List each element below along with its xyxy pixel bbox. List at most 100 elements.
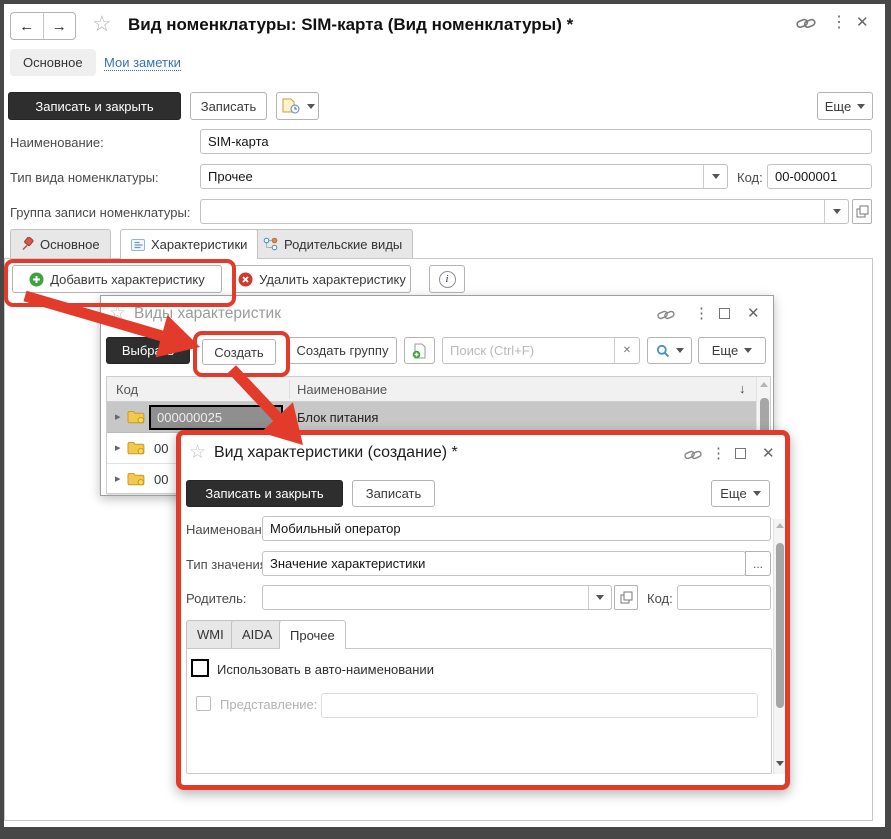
- back-button[interactable]: ←: [11, 13, 44, 39]
- new-item-button[interactable]: [404, 337, 435, 364]
- dialog-title: Виды характеристик: [134, 305, 281, 323]
- add-characteristic-button[interactable]: Добавить характеристику: [12, 265, 222, 293]
- more-button-main[interactable]: Еще: [817, 92, 873, 120]
- create-based-on-button[interactable]: [276, 92, 319, 120]
- sort-direction-icon[interactable]: ↓: [739, 381, 746, 396]
- search-button[interactable]: [647, 337, 692, 364]
- name-field-input[interactable]: Мобильный оператор: [262, 516, 771, 541]
- parent-field-dropdown-button[interactable]: [588, 586, 611, 609]
- dropdown-arrow-icon: [676, 348, 684, 353]
- window-menu-button[interactable]: ⋮: [694, 306, 709, 321]
- nav-section-main[interactable]: Основное: [10, 49, 96, 76]
- column-header-name[interactable]: Наименование: [297, 382, 387, 397]
- delete-icon: [238, 272, 253, 287]
- code-field-value: 00-000001: [775, 169, 837, 184]
- window-frame-bottom: [0, 827, 891, 839]
- tab-parent-kinds[interactable]: Родительские виды: [252, 229, 413, 258]
- auto-naming-checkbox[interactable]: [191, 659, 209, 677]
- create-button[interactable]: Создать: [202, 339, 276, 365]
- window-menu-button[interactable]: ⋮: [831, 15, 847, 31]
- table-row[interactable]: ▸ 000000025 Блок питания: [107, 402, 770, 433]
- tab-main[interactable]: Основное: [10, 229, 111, 258]
- add-icon: [29, 272, 44, 287]
- open-icon: [620, 591, 633, 604]
- save-button[interactable]: Записать: [190, 92, 267, 120]
- tab-wmi[interactable]: WMI: [186, 620, 235, 648]
- expand-caret-icon[interactable]: ▸: [115, 441, 121, 454]
- more-button-kinds[interactable]: Еще: [698, 337, 766, 364]
- get-link-button[interactable]: [684, 448, 702, 467]
- search-input[interactable]: Поиск (Ctrl+F) ✕: [442, 337, 640, 364]
- delete-characteristic-button[interactable]: Удалить характеристику: [233, 265, 411, 293]
- link-icon: [684, 448, 702, 462]
- type-field-dropdown-button[interactable]: [703, 165, 727, 188]
- name-field-value: Мобильный оператор: [270, 521, 401, 536]
- scroll-up-icon[interactable]: [776, 523, 784, 528]
- search-clear-button[interactable]: ✕: [614, 338, 639, 363]
- group-field-dropdown-button[interactable]: [824, 200, 848, 223]
- scroll-up-icon[interactable]: [760, 382, 768, 387]
- maximize-button[interactable]: [719, 308, 730, 319]
- get-link-button[interactable]: [657, 308, 675, 327]
- favorite-star-icon[interactable]: ☆: [109, 302, 126, 325]
- window-title: Вид номенклатуры: SIM-карта (Вид номенкл…: [128, 15, 573, 35]
- info-button[interactable]: i: [429, 265, 465, 293]
- code-field-label: Код:: [737, 170, 763, 185]
- name-field-input[interactable]: SIM-карта: [200, 129, 872, 154]
- table-cell-name[interactable]: Блок питания: [297, 410, 378, 425]
- table-cell-code[interactable]: 00: [154, 441, 168, 456]
- save-button[interactable]: Записать: [352, 480, 435, 507]
- window-close-button[interactable]: ✕: [762, 446, 775, 461]
- auto-naming-label: Использовать в авто-наименовании: [217, 662, 434, 677]
- more-button-create[interactable]: Еще: [711, 480, 770, 507]
- nav-link-notes[interactable]: Мои заметки: [104, 55, 181, 71]
- history-nav-group: ← →: [10, 12, 76, 40]
- maximize-button[interactable]: [735, 448, 746, 459]
- value-type-field-label: Тип значения:: [186, 557, 270, 572]
- favorite-star-icon[interactable]: ☆: [189, 441, 206, 464]
- get-link-button[interactable]: [796, 16, 816, 36]
- save-close-button[interactable]: Записать и закрыть: [8, 92, 181, 120]
- column-divider[interactable]: [289, 380, 290, 399]
- parent-field-open-button[interactable]: [614, 585, 638, 610]
- folder-icon: [127, 441, 145, 455]
- dropdown-arrow-icon: [596, 595, 604, 600]
- table-header-row[interactable]: Код Наименование ↓: [107, 377, 770, 402]
- window-frame-top: [0, 0, 891, 4]
- dropdown-arrow-icon: [307, 104, 315, 109]
- value-type-field-input[interactable]: Значение характеристики: [262, 551, 746, 576]
- favorite-star-icon[interactable]: ☆: [92, 11, 112, 37]
- info-icon: i: [439, 271, 456, 288]
- forward-button[interactable]: →: [44, 13, 76, 39]
- save-close-button[interactable]: Записать и закрыть: [186, 480, 343, 507]
- value-type-choose-button[interactable]: ...: [745, 551, 771, 576]
- code-field-input[interactable]: 00-000001: [767, 164, 872, 189]
- pin-icon: [21, 237, 34, 251]
- expand-caret-icon[interactable]: ▸: [115, 410, 121, 423]
- presentation-checkbox[interactable]: [196, 696, 211, 711]
- search-placeholder: Поиск (Ctrl+F): [450, 343, 534, 358]
- tab-other[interactable]: Прочее: [279, 620, 346, 649]
- column-header-code[interactable]: Код: [116, 382, 138, 397]
- clear-icon: ✕: [623, 345, 631, 356]
- expand-caret-icon[interactable]: ▸: [115, 472, 121, 485]
- type-field-value: Прочее: [208, 169, 253, 184]
- code-field-input[interactable]: [677, 585, 771, 610]
- parent-field-label: Родитель:: [186, 591, 246, 606]
- type-field-combo[interactable]: Прочее: [200, 164, 728, 189]
- create-group-button[interactable]: Создать группу: [288, 337, 397, 364]
- tab-characteristics[interactable]: Характеристики: [120, 229, 258, 259]
- window-close-button[interactable]: ✕: [856, 15, 869, 30]
- tab-aida[interactable]: AIDA: [231, 620, 283, 648]
- scrollbar-thumb[interactable]: [776, 543, 784, 708]
- group-field-combo[interactable]: [200, 199, 849, 224]
- select-button[interactable]: Выбрать: [106, 337, 190, 364]
- window-close-button[interactable]: ✕: [747, 306, 760, 321]
- window-menu-button[interactable]: ⋮: [711, 446, 726, 461]
- parent-field-combo[interactable]: [262, 585, 612, 610]
- code-field-label: Код:: [647, 591, 673, 606]
- table-cell-code[interactable]: 00: [154, 472, 168, 487]
- scroll-down-icon[interactable]: [776, 761, 784, 766]
- table-cell-code-focused[interactable]: 000000025: [149, 405, 283, 430]
- group-field-open-button[interactable]: [852, 199, 872, 224]
